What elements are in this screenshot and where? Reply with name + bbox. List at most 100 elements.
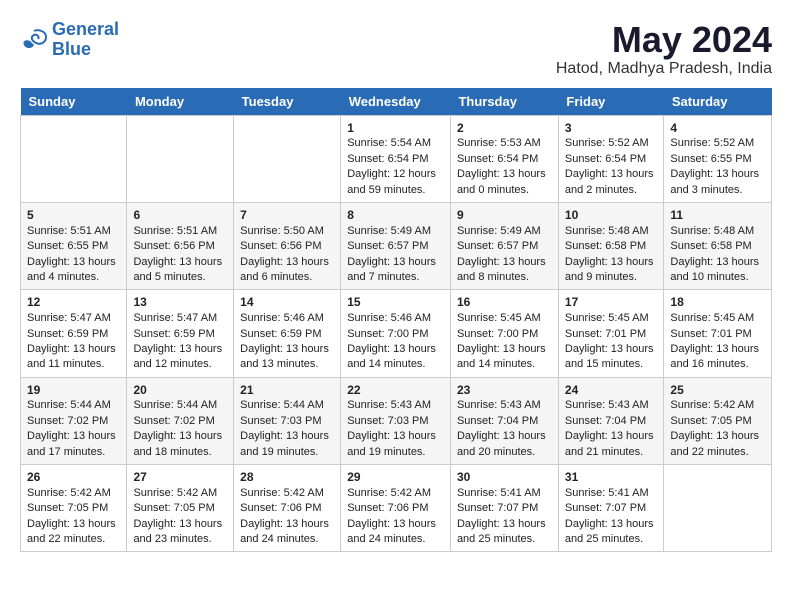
day-number: 29 [347,469,444,486]
day-info: Daylight: 13 hours and 3 minutes. [670,167,765,198]
calendar-cell: 13Sunrise: 5:47 AMSunset: 6:59 PMDayligh… [127,290,234,377]
day-info: Sunset: 7:07 PM [457,501,552,516]
day-info: Sunset: 7:00 PM [457,327,552,342]
calendar-cell: 28Sunrise: 5:42 AMSunset: 7:06 PMDayligh… [234,465,341,552]
day-info: Sunset: 7:07 PM [565,501,658,516]
day-number: 25 [670,382,765,399]
day-info: Sunset: 7:01 PM [670,327,765,342]
calendar-cell: 24Sunrise: 5:43 AMSunset: 7:04 PMDayligh… [558,377,664,464]
calendar-week-3: 12Sunrise: 5:47 AM Sunset: 6:59 PM Dayligh… [21,290,772,377]
calendar-cell: 12Sunrise: 5:47 AMSunset: 6:59 PMDayligh… [21,290,127,377]
day-info: Sunrise: 5:45 AM [457,311,552,326]
day-number: 12 [27,294,120,311]
calendar-cell [127,115,234,202]
day-info: Sunset: 6:57 PM [457,239,552,254]
day-info: Sunrise: 5:48 AM [565,224,658,239]
day-info: Sunset: 7:03 PM [240,414,334,429]
day-info: Daylight: 13 hours and 4 minutes. [27,255,120,286]
day-info: Sunrise: 5:41 AM [565,486,658,501]
logo: General Blue [20,20,119,60]
day-info: Sunrise: 5:42 AM [347,486,444,501]
day-info: Daylight: 13 hours and 19 minutes. [240,429,334,460]
day-number: 13 [133,294,227,311]
day-info: Sunset: 6:56 PM [240,239,334,254]
calendar-cell: 21Sunrise: 5:44 AMSunset: 7:03 PMDayligh… [234,377,341,464]
day-number: 17 [565,294,658,311]
day-info: Sunset: 7:01 PM [565,327,658,342]
day-info: Daylight: 13 hours and 6 minutes. [240,255,334,286]
day-info: Sunrise: 5:51 AM [27,224,120,239]
day-info: Sunrise: 5:42 AM [670,398,765,413]
day-info: Sunset: 6:58 PM [670,239,765,254]
day-number: 14 [240,294,334,311]
day-info: Sunset: 7:06 PM [240,501,334,516]
day-number: 18 [670,294,765,311]
calendar-cell: 18Sunrise: 5:45 AMSunset: 7:01 PMDayligh… [664,290,772,377]
calendar-week-4: 19Sunrise: 5:44 AMSunset: 7:02 PMDayligh… [21,377,772,464]
calendar-cell: 25Sunrise: 5:42 AMSunset: 7:05 PMDayligh… [664,377,772,464]
day-info: Sunset: 6:54 PM [457,152,552,167]
day-number: 20 [133,382,227,399]
day-info: Daylight: 13 hours and 21 minutes. [565,429,658,460]
day-info: Sunrise: 5:43 AM [347,398,444,413]
day-info: Daylight: 13 hours and 22 minutes. [27,517,120,548]
day-number: 6 [133,207,227,224]
day-info: Daylight: 13 hours and 0 minutes. [457,167,552,198]
calendar-week-2: 5Sunrise: 5:51 AMSunset: 6:55 PMDaylight… [21,202,772,289]
day-info: Sunset: 7:02 PM [133,414,227,429]
day-number: 10 [565,207,658,224]
calendar-cell: 15Sunrise: 5:46 AMSunset: 7:00 PMDayligh… [341,290,451,377]
weekday-header-friday: Friday [558,88,664,116]
calendar-cell: 30Sunrise: 5:41 AMSunset: 7:07 PMDayligh… [450,465,558,552]
day-number: 1 [347,120,444,137]
day-info: Sunrise: 5:50 AM [240,224,334,239]
day-info: Sunset: 7:02 PM [27,414,120,429]
calendar-cell: 5Sunrise: 5:51 AMSunset: 6:55 PMDaylight… [21,202,127,289]
day-info: Sunset: 6:59 PM [133,327,227,342]
day-number: 23 [457,382,552,399]
day-info: Daylight: 12 hours and 59 minutes. [347,167,444,198]
day-info: Daylight: 13 hours and 7 minutes. [347,255,444,286]
day-info: Sunrise: 5:47 AM [27,311,120,326]
day-info: Sunset: 7:04 PM [565,414,658,429]
calendar-week-1: 1Sunrise: 5:54 AMSunset: 6:54 PMDaylight… [21,115,772,202]
calendar-cell: 7Sunrise: 5:50 AMSunset: 6:56 PMDaylight… [234,202,341,289]
day-number: 7 [240,207,334,224]
day-info: Daylight: 13 hours and 13 minutes. [240,342,334,373]
calendar-cell [21,115,127,202]
day-number: 27 [133,469,227,486]
day-info: Daylight: 13 hours and 15 minutes. [565,342,658,373]
calendar-table: SundayMondayTuesdayWednesdayThursdayFrid… [20,88,772,553]
calendar-cell: 29Sunrise: 5:42 AMSunset: 7:06 PMDayligh… [341,465,451,552]
weekday-header-saturday: Saturday [664,88,772,116]
weekday-header-row: SundayMondayTuesdayWednesdayThursdayFrid… [21,88,772,116]
day-number: 16 [457,294,552,311]
day-info: Sunset: 6:54 PM [347,152,444,167]
day-number: 24 [565,382,658,399]
calendar-week-5: 26Sunrise: 5:42 AMSunset: 7:05 PMDayligh… [21,465,772,552]
day-info: Sunrise: 5:54 AM [347,136,444,151]
day-info: Daylight: 13 hours and 25 minutes. [565,517,658,548]
day-info: Sunrise: 5:44 AM [133,398,227,413]
day-info: Sunset: 6:55 PM [670,152,765,167]
day-info: Sunrise: 5:46 AM [240,311,334,326]
calendar-cell: 1Sunrise: 5:54 AMSunset: 6:54 PMDaylight… [341,115,451,202]
day-info: Sunrise: 5:48 AM [670,224,765,239]
day-info: Sunset: 6:56 PM [133,239,227,254]
day-info: Sunset: 7:05 PM [133,501,227,516]
day-number: 9 [457,207,552,224]
day-info: Daylight: 13 hours and 9 minutes. [565,255,658,286]
day-number: 5 [27,207,120,224]
day-number: 28 [240,469,334,486]
day-info: Daylight: 13 hours and 20 minutes. [457,429,552,460]
calendar-cell: 2Sunrise: 5:53 AMSunset: 6:54 PMDaylight… [450,115,558,202]
calendar-cell: 9Sunrise: 5:49 AMSunset: 6:57 PMDaylight… [450,202,558,289]
weekday-header-thursday: Thursday [450,88,558,116]
location: Hatod, Madhya Pradesh, India [556,60,772,78]
day-info: Daylight: 13 hours and 8 minutes. [457,255,552,286]
calendar-cell: 11Sunrise: 5:48 AMSunset: 6:58 PMDayligh… [664,202,772,289]
day-info: Sunrise: 5:53 AM [457,136,552,151]
calendar-cell: 16Sunrise: 5:45 AMSunset: 7:00 PMDayligh… [450,290,558,377]
day-info: Sunrise: 5:49 AM [457,224,552,239]
day-number: 11 [670,207,765,224]
